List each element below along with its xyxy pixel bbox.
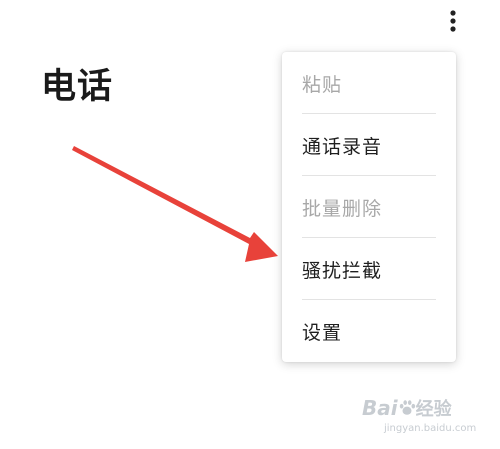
menu-item-label: 批量删除 xyxy=(302,197,383,220)
menu-item-settings[interactable]: 设置 xyxy=(282,300,456,362)
more-vert-icon xyxy=(450,10,456,32)
menu-item-label: 粘贴 xyxy=(302,73,343,96)
watermark-brand: Bai 经验 xyxy=(362,396,452,420)
menu-item-paste[interactable]: 粘贴 xyxy=(282,52,456,114)
watermark-url: jingyan.baidu.com xyxy=(384,423,477,434)
menu-item-call-recording[interactable]: 通话录音 xyxy=(282,114,456,176)
menu-item-batch-delete[interactable]: 批量删除 xyxy=(282,176,456,238)
baidu-paw-icon xyxy=(399,400,415,415)
baidu-jingyan-watermark: Bai 经验 jingyan.baidu.com xyxy=(358,393,498,445)
more-options-button[interactable] xyxy=(438,4,468,38)
menu-item-harassment-block[interactable]: 骚扰拦截 xyxy=(282,238,456,300)
page-title: 电话 xyxy=(41,67,114,107)
menu-item-label: 通话录音 xyxy=(302,135,383,158)
menu-item-label: 设置 xyxy=(302,321,343,344)
menu-item-label: 骚扰拦截 xyxy=(302,259,383,282)
phone-screen: 电话 粘贴 通话录音 批量删除 骚扰拦截 设置 Bai 经验 jingyan.b… xyxy=(0,0,500,449)
overflow-menu: 粘贴 通话录音 批量删除 骚扰拦截 设置 xyxy=(282,52,456,362)
